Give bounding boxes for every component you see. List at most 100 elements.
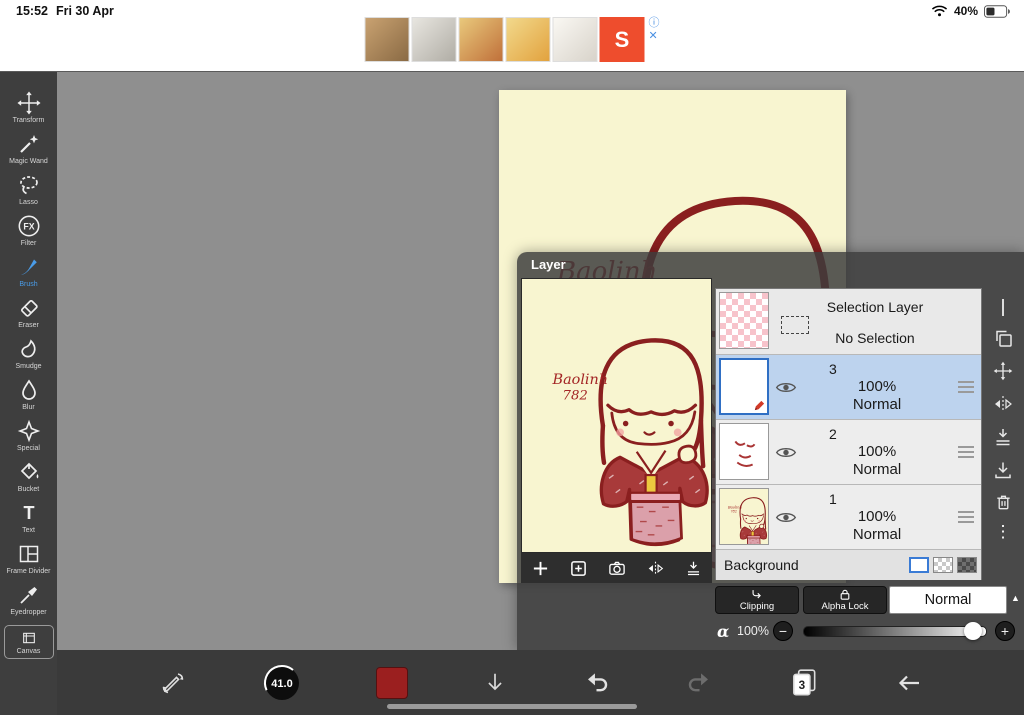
ad-controls: ⓘ ✕ — [649, 17, 660, 42]
tool-rail: Transform Magic Wand Lasso FX Filter Bru… — [0, 71, 57, 715]
duplicate-layer-button[interactable] — [993, 328, 1013, 348]
visibility-toggle[interactable] — [769, 485, 803, 549]
tool-bucket[interactable]: Bucket — [0, 456, 57, 497]
more-options-button[interactable]: ⋮ — [995, 523, 1012, 540]
move-layer-button[interactable] — [993, 361, 1013, 381]
tool-label: Canvas — [16, 647, 41, 655]
visibility-toggle[interactable] — [769, 420, 803, 484]
filter-fx-icon: FX — [18, 215, 39, 237]
layer-name: 1 — [829, 491, 837, 507]
tool-lasso[interactable]: Lasso — [0, 169, 57, 210]
tool-text[interactable]: T Text — [0, 497, 57, 538]
clipping-button[interactable]: Clipping — [715, 586, 799, 614]
import-image-button[interactable] — [993, 460, 1013, 480]
special-icon — [17, 419, 40, 443]
alpha-increase-button[interactable]: + — [995, 621, 1015, 641]
canvas-preview[interactable] — [521, 278, 712, 553]
layers-button[interactable]: 3 — [788, 667, 820, 699]
background-color-white[interactable] — [909, 557, 929, 573]
ad-close-icon[interactable]: ✕ — [649, 30, 660, 42]
tool-label: Eraser — [18, 322, 39, 329]
redo-icon — [688, 673, 708, 692]
ad-thumbnail[interactable] — [458, 17, 504, 62]
transform-icon — [16, 91, 41, 115]
brush-size-indicator[interactable]: 41.0 — [262, 663, 302, 703]
clipping-icon — [752, 589, 761, 598]
blend-mode-dropdown[interactable]: Normal — [889, 586, 1007, 614]
alpha-decrease-button[interactable]: − — [773, 621, 793, 641]
redo-button[interactable] — [685, 668, 714, 697]
drag-handle[interactable] — [951, 355, 981, 419]
ad-info-icon[interactable]: ⓘ — [649, 17, 660, 29]
layer-3-thumbnail[interactable] — [719, 358, 769, 415]
tool-label: Transform — [12, 117, 45, 124]
selection-layer-row[interactable]: Selection Layer No Selection — [716, 289, 981, 355]
layer-row-3[interactable]: 3 100% Normal — [716, 355, 981, 420]
wifi-icon — [931, 5, 948, 17]
background-row[interactable]: Background — [716, 550, 981, 580]
visibility-toggle[interactable] — [769, 355, 803, 419]
layer-row-2[interactable]: 2 100% Normal — [716, 420, 981, 485]
tool-blur[interactable]: Blur — [0, 374, 57, 415]
selection-status: No Selection — [835, 330, 915, 346]
tool-label: Frame Divider — [6, 568, 51, 575]
tool-canvas[interactable]: Canvas — [3, 625, 54, 659]
drag-handle[interactable] — [951, 420, 981, 484]
bucket-icon — [20, 462, 38, 480]
layer-list: Selection Layer No Selection 3 100% Norm… — [715, 288, 982, 580]
alpha-slider[interactable] — [803, 622, 987, 640]
lasso-icon — [19, 176, 38, 195]
merge-layer-button[interactable] — [683, 558, 704, 579]
tool-special[interactable]: Special — [0, 415, 57, 456]
transparency-background-button[interactable] — [1002, 299, 1004, 316]
canvas-icon — [22, 632, 35, 643]
home-indicator[interactable] — [387, 704, 637, 709]
background-label: Background — [724, 557, 799, 573]
layer-2-thumbnail[interactable] — [719, 423, 769, 480]
tool-smudge[interactable]: Smudge — [0, 333, 57, 374]
color-picker-swatch[interactable] — [375, 666, 408, 699]
merge-down-button[interactable] — [993, 427, 1013, 447]
blend-dropdown-caret[interactable]: ▲ — [1011, 593, 1020, 603]
layer-1-thumbnail[interactable] — [719, 488, 769, 545]
tool-eraser[interactable]: Eraser — [0, 292, 57, 333]
drag-handle[interactable] — [951, 485, 981, 549]
ad-thumbnail[interactable] — [552, 17, 598, 62]
layer-name: 2 — [829, 426, 837, 442]
camera-import-button[interactable] — [606, 558, 628, 578]
magic-wand-icon — [19, 135, 38, 153]
tool-eyedropper[interactable]: Eyedropper — [0, 579, 57, 620]
selection-layer-title: Selection Layer — [826, 299, 924, 315]
background-color-transparent-light[interactable] — [933, 557, 953, 573]
brush-eraser-toggle[interactable] — [158, 668, 188, 698]
tool-magic-wand[interactable]: Magic Wand — [0, 128, 57, 169]
alpha-lock-button[interactable]: Alpha Lock — [803, 586, 887, 614]
brush-eraser-toggle-icon — [162, 672, 183, 693]
delete-layer-button[interactable] — [994, 493, 1013, 512]
background-color-transparent-dark[interactable] — [957, 557, 977, 573]
alpha-lock-icon — [840, 589, 850, 600]
pull-down-arrow-button[interactable] — [482, 670, 508, 696]
tool-filter[interactable]: FX Filter — [0, 210, 57, 251]
ad-thumbnail[interactable] — [364, 17, 410, 62]
flip-layer-button[interactable] — [993, 394, 1013, 414]
layer-panel: Layer Selection Layer No Selection 3 100… — [517, 252, 1024, 650]
add-special-layer-button[interactable] — [568, 558, 589, 579]
flip-horizontal-button[interactable] — [645, 558, 666, 579]
tool-frame-divider[interactable]: Frame Divider — [0, 538, 57, 579]
layer-row-1[interactable]: 1 100% Normal — [716, 485, 981, 550]
ad-thumbnail[interactable] — [505, 17, 551, 62]
svg-text:FX: FX — [23, 222, 34, 232]
selection-layer-thumbnail[interactable] — [719, 292, 769, 349]
tool-label: Filter — [20, 240, 37, 247]
tool-transform[interactable]: Transform — [0, 87, 57, 128]
undo-button[interactable] — [582, 668, 611, 697]
layer-action-bar — [521, 553, 712, 583]
ad-brand-badge[interactable]: S — [599, 17, 645, 62]
alpha-slider-knob[interactable] — [964, 622, 982, 640]
tool-brush[interactable]: Brush — [0, 251, 57, 292]
back-button[interactable] — [894, 668, 924, 698]
ad-thumbnail[interactable] — [411, 17, 457, 62]
status-right: 40% — [931, 4, 1010, 18]
add-layer-button[interactable] — [530, 558, 551, 579]
